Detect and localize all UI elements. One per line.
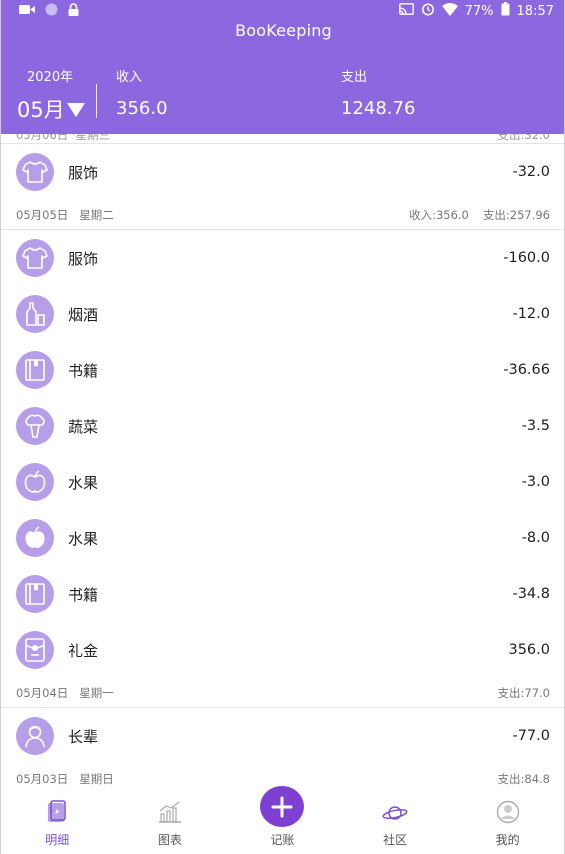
tab-label: 明细 xyxy=(45,833,70,847)
day-weekday: 星期二 xyxy=(79,207,114,222)
list-item[interactable]: 水果 -3.0 xyxy=(1,454,564,510)
tab-detail[interactable]: 明细 xyxy=(1,800,114,854)
profile-icon xyxy=(496,800,520,827)
day-date: 05月06日 xyxy=(16,134,69,142)
tab-label: 图表 xyxy=(157,833,182,847)
day-header: 05月04日 星期一 支出:77.0 xyxy=(1,678,564,708)
item-category: 水果 xyxy=(68,529,99,548)
list-item[interactable]: 服饰 -160.0 xyxy=(1,230,564,286)
day-expense: 支出:257.96 xyxy=(482,207,550,222)
item-amount: -34.8 xyxy=(512,586,550,602)
transaction-list[interactable]: 05月06日 星期三 支出:32.0 服饰 -32.0 05月05日 星期二 收… xyxy=(1,134,564,800)
tab-profile[interactable]: 我的 xyxy=(451,800,564,854)
day-expense: 支出:32.0 xyxy=(497,134,550,142)
lock-icon xyxy=(68,2,79,20)
day-date: 05月03日 xyxy=(16,772,69,786)
item-amount: 356.0 xyxy=(508,642,550,658)
item-category: 蔬菜 xyxy=(68,417,99,436)
book-icon xyxy=(16,575,54,613)
item-amount: -12.0 xyxy=(512,306,550,322)
list-item[interactable]: 蔬菜 -3.5 xyxy=(1,398,564,454)
battery-percent: 77% xyxy=(464,3,494,19)
month-label: 05月 xyxy=(17,98,65,122)
list-item[interactable]: 服饰 -32.0 xyxy=(1,144,564,200)
day-header: 05月05日 星期二 收入:356.0 支出:257.96 xyxy=(1,200,564,230)
item-amount: -36.66 xyxy=(503,362,550,378)
day-expense: 支出:84.8 xyxy=(497,772,550,786)
year-label: 2020年 xyxy=(27,70,74,85)
bottle-icon xyxy=(16,295,54,333)
income-value: 356.0 xyxy=(116,98,168,119)
video-camera-icon xyxy=(19,4,35,19)
tab-add-record[interactable]: 记账 xyxy=(226,786,339,854)
day-expense: 支出:77.0 xyxy=(497,685,550,700)
vegetable-icon xyxy=(16,407,54,445)
wifi-icon xyxy=(441,2,458,20)
item-category: 烟酒 xyxy=(68,305,99,324)
day-weekday: 星期日 xyxy=(79,772,114,786)
item-category: 服饰 xyxy=(68,163,99,182)
status-bar: 77% 18:57 xyxy=(1,0,564,22)
list-item[interactable]: 水果 -8.0 xyxy=(1,510,564,566)
item-amount: -8.0 xyxy=(521,530,550,546)
day-date: 05月05日 xyxy=(16,207,69,222)
app-screen: 77% 18:57 BooKeeping 2020年 05月 收入 356.0 … xyxy=(0,0,565,854)
item-category: 书籍 xyxy=(68,585,99,604)
day-income: 收入:356.0 xyxy=(409,207,469,222)
expense-label: 支出 xyxy=(341,70,368,85)
detail-icon xyxy=(46,800,68,827)
chart-icon xyxy=(157,800,183,827)
day-weekday: 星期一 xyxy=(79,685,114,700)
list-item[interactable]: 长辈 -77.0 xyxy=(1,708,564,764)
expense-value: 1248.76 xyxy=(341,98,416,119)
item-amount: -3.0 xyxy=(521,474,550,490)
item-category: 服饰 xyxy=(68,249,99,268)
item-amount: -160.0 xyxy=(503,250,550,266)
shirt-icon xyxy=(16,153,54,191)
list-item[interactable]: 礼金 356.0 xyxy=(1,622,564,678)
item-category: 水果 xyxy=(68,473,99,492)
month-picker[interactable]: 05月 xyxy=(17,94,85,124)
tab-label: 社区 xyxy=(383,833,408,847)
day-header: 05月06日 星期三 支出:32.0 xyxy=(1,134,564,144)
planet-icon xyxy=(382,802,408,827)
elder-icon xyxy=(16,717,54,755)
day-weekday: 星期三 xyxy=(75,134,111,142)
month-summary: 2020年 05月 收入 356.0 支出 1248.76 xyxy=(1,60,564,134)
summary-divider xyxy=(96,84,97,118)
item-amount: -3.5 xyxy=(521,418,550,434)
app-bar: BooKeeping xyxy=(1,21,564,60)
add-icon[interactable] xyxy=(260,786,305,827)
item-category: 礼金 xyxy=(68,641,99,660)
alarm-icon xyxy=(421,2,435,20)
tab-community[interactable]: 社区 xyxy=(339,800,452,854)
dropdown-triangle-icon xyxy=(66,103,85,117)
tab-label: 记账 xyxy=(270,833,295,847)
book-icon xyxy=(16,351,54,389)
income-label: 收入 xyxy=(116,70,143,85)
list-item[interactable]: 书籍 -36.66 xyxy=(1,342,564,398)
bottom-tab-bar: 明细 图表 记账 社区 我的 xyxy=(1,786,564,854)
day-date: 05月04日 xyxy=(16,685,69,700)
apple-icon xyxy=(16,519,54,557)
item-amount: -32.0 xyxy=(512,164,550,180)
gift-money-icon xyxy=(16,631,54,669)
item-amount: -77.0 xyxy=(512,728,550,744)
apple-icon xyxy=(16,463,54,501)
battery-icon xyxy=(501,2,510,20)
notification-dot-icon xyxy=(45,3,58,20)
cast-icon xyxy=(398,3,414,19)
item-category: 长辈 xyxy=(68,727,99,746)
clock-time: 18:57 xyxy=(516,3,554,19)
item-category: 书籍 xyxy=(68,361,99,380)
app-title: BooKeeping xyxy=(235,21,332,40)
tab-chart[interactable]: 图表 xyxy=(114,800,227,854)
list-item[interactable]: 烟酒 -12.0 xyxy=(1,286,564,342)
tab-label: 我的 xyxy=(495,833,520,847)
shirt-icon xyxy=(16,239,54,277)
list-item[interactable]: 书籍 -34.8 xyxy=(1,566,564,622)
